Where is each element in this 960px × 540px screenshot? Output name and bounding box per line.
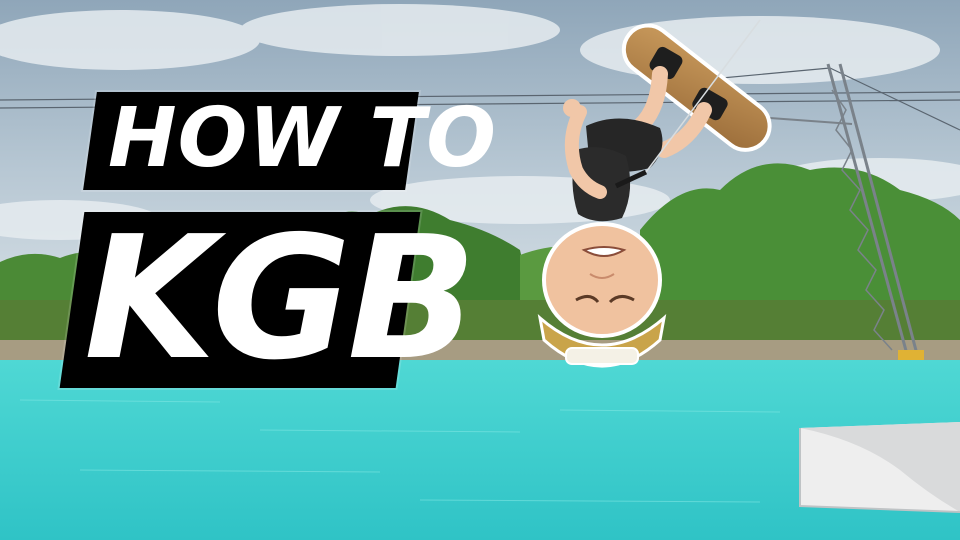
kicker-ramp bbox=[799, 422, 960, 513]
rider-head bbox=[542, 222, 662, 338]
shoreline bbox=[0, 340, 960, 360]
background-photo bbox=[0, 0, 960, 540]
thumbnail-scene: HOW TO KGB bbox=[0, 0, 960, 540]
